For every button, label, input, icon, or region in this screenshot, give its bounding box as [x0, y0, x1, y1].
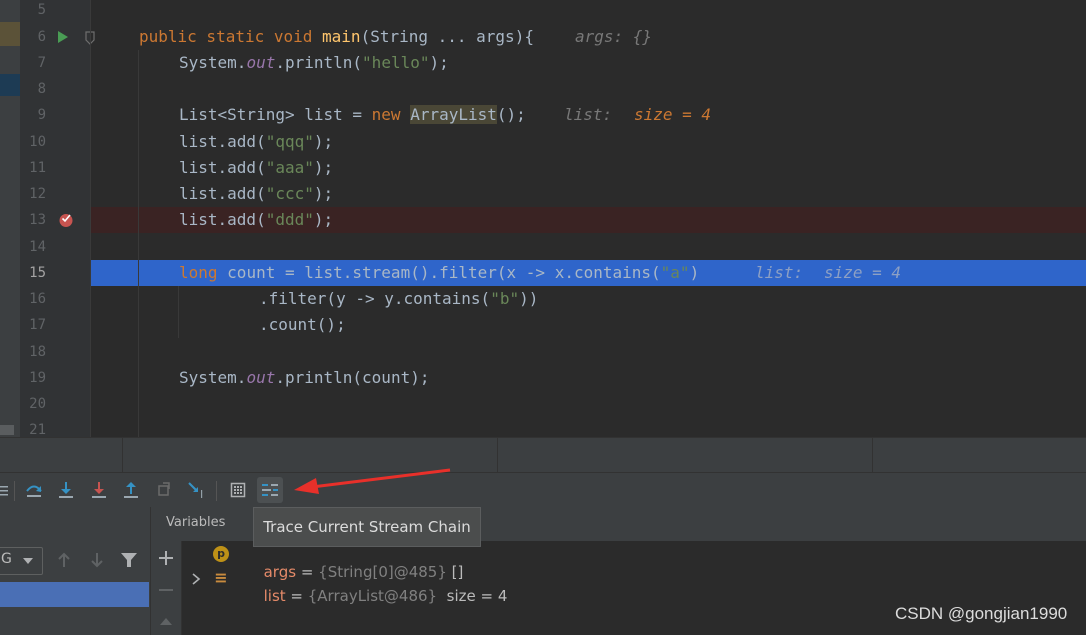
line-number: 9	[37, 107, 46, 123]
code-line-16: .filter(y -> y.contains("b"))	[259, 289, 539, 308]
code-line-17: .count();	[259, 315, 346, 334]
line-number: 11	[29, 160, 46, 176]
trace-stream-icon	[262, 484, 278, 496]
tooltip: Trace Current Stream Chain	[253, 507, 481, 547]
code-line-15: long count = list.stream().filter(x -> x…	[91, 260, 1086, 286]
step-into-icon[interactable]	[55, 479, 77, 501]
arrow-up-icon[interactable]	[56, 551, 72, 569]
code-line-19: System.out.println(count);	[179, 368, 430, 387]
annotation-arrow	[294, 468, 451, 494]
variable-name: list	[263, 587, 286, 605]
frames-menu-icon[interactable]	[0, 479, 14, 501]
line-number: 10	[29, 134, 46, 150]
filter-icon[interactable]	[120, 551, 138, 569]
code-editor[interactable]: public static void main(String ... args)…	[91, 0, 1086, 437]
frames-dropdown[interactable]: G	[0, 547, 43, 575]
run-to-cursor-icon[interactable]: I	[186, 479, 208, 501]
strip-scroll[interactable]	[0, 425, 14, 435]
strip-marker	[0, 74, 20, 96]
line-number: 6	[37, 29, 46, 45]
evaluate-expression-icon[interactable]	[227, 479, 249, 501]
code-line-12: list.add("ccc");	[179, 184, 334, 203]
code-line-11: list.add("aaa");	[179, 158, 334, 177]
field-badge-icon: ≡	[214, 568, 228, 587]
trace-stream-chain-button[interactable]	[257, 477, 283, 503]
svg-text:I: I	[200, 488, 203, 499]
strip-marker	[0, 22, 20, 46]
code-line-9: List<String> list = new ArrayList(); lis…	[91, 102, 1086, 128]
inline-hint-value: size = 4	[824, 263, 902, 282]
variables-tab[interactable]: Variables	[166, 515, 225, 530]
line-number: 12	[29, 186, 46, 202]
breakpoint-icon[interactable]	[58, 212, 74, 228]
step-over-icon[interactable]	[23, 479, 45, 501]
inline-hint: list:	[755, 263, 804, 282]
move-up-icon[interactable]	[159, 616, 173, 626]
debug-tab-header	[0, 437, 1086, 473]
editor-left-strip	[0, 0, 20, 437]
parameter-badge-icon: p	[213, 546, 229, 562]
remove-watch-icon[interactable]	[158, 582, 174, 598]
frame-selected-row[interactable]	[0, 582, 149, 607]
line-number: 19	[29, 370, 46, 386]
step-out-icon[interactable]	[120, 479, 142, 501]
line-number: 16	[29, 291, 46, 307]
code-line-7: System.out.println("hello");	[179, 53, 449, 72]
line-number: 7	[37, 55, 46, 71]
arrow-down-icon[interactable]	[89, 551, 105, 569]
line-number: 8	[37, 81, 46, 97]
code-line-10: list.add("qqq");	[179, 132, 334, 151]
force-step-into-icon[interactable]	[88, 479, 110, 501]
line-number: 5	[37, 2, 46, 18]
code-line-6: public static void main(String ... args)…	[91, 24, 1086, 50]
run-icon[interactable]	[57, 30, 69, 44]
variables-side-toolbar	[151, 541, 182, 635]
debug-toolbar: I	[0, 468, 1086, 508]
line-number: 14	[29, 239, 46, 255]
watermark: CSDN @gongjian1990	[895, 604, 1068, 623]
inline-hint: args: {}	[575, 27, 653, 46]
line-number-gutter[interactable]: 5 6 7 8 9 10 11 12 13 14 15 16 17 18 19 …	[20, 0, 95, 438]
line-number: 20	[29, 396, 46, 412]
chevron-down-icon	[23, 558, 33, 564]
drop-frame-icon[interactable]	[153, 479, 175, 501]
line-number: 13	[29, 212, 46, 228]
variable-row[interactable]: ≡ list = {ArrayList@486} size = 4	[182, 567, 1086, 605]
inline-hint-value: size = 4	[634, 105, 712, 124]
code-line-13: list.add("ddd");	[179, 210, 334, 229]
add-watch-icon[interactable]	[158, 550, 174, 566]
line-number: 17	[29, 317, 46, 333]
variable-value: {ArrayList@486}	[307, 587, 438, 605]
line-number: 18	[29, 344, 46, 360]
frames-panel: G	[0, 507, 151, 635]
line-number-current: 15	[29, 265, 46, 281]
inline-hint: list:	[564, 105, 613, 124]
expand-arrow-icon[interactable]	[191, 573, 201, 585]
